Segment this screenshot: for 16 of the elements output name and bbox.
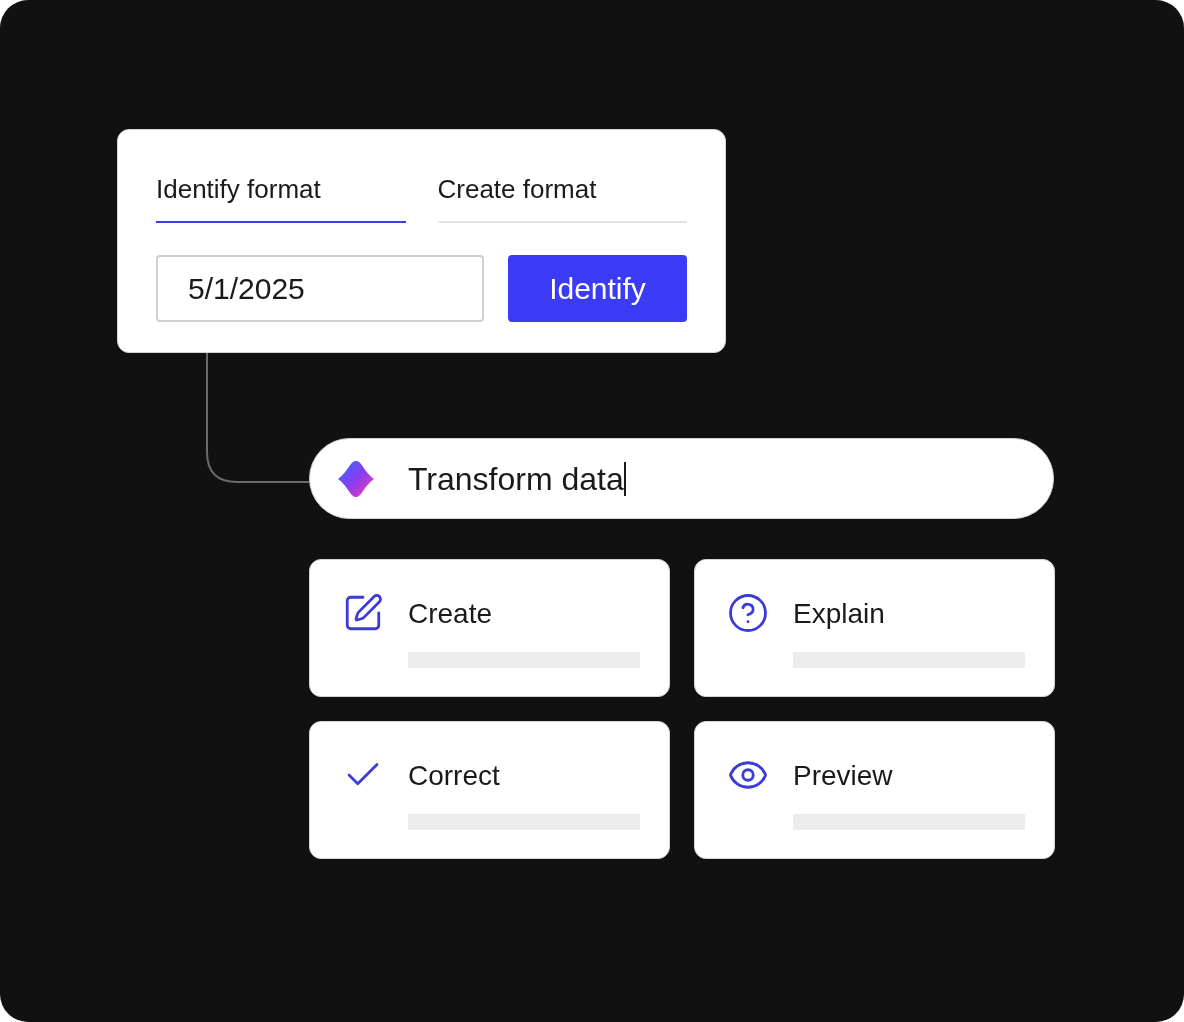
action-card[interactable]: Create (309, 559, 670, 697)
identify-button[interactable]: Identify (508, 255, 687, 322)
question-circle-icon (727, 592, 769, 634)
tab[interactable]: Identify format (156, 170, 406, 223)
action-label: Preview (793, 759, 894, 793)
date-field[interactable]: 5/1/2025 (156, 255, 484, 322)
action-label: Correct (408, 759, 501, 793)
action-label: Explain (793, 597, 886, 631)
action-card[interactable]: Correct (309, 721, 670, 859)
prompt-field[interactable]: Transform data (309, 438, 1054, 519)
prompt-text: Transform data (408, 459, 624, 499)
tab[interactable]: Create format (437, 170, 687, 223)
action-card[interactable]: Preview (694, 721, 1055, 859)
action-card[interactable]: Explain (694, 559, 1055, 697)
sparkle-icon (336, 458, 376, 499)
action-label: Create (408, 597, 494, 631)
